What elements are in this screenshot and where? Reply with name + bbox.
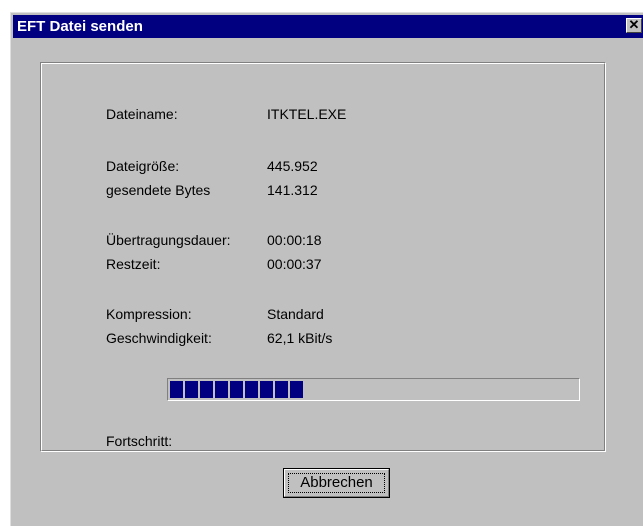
remaining-time-value: 00:00:37 — [267, 256, 322, 272]
progress-block — [290, 381, 303, 398]
progress-block — [275, 381, 288, 398]
close-icon[interactable]: ✕ — [626, 18, 642, 33]
filename-label: Dateiname: — [106, 106, 178, 122]
compression-label: Kompression: — [106, 306, 192, 322]
sent-bytes-value: 141.312 — [267, 182, 318, 198]
compression-value: Standard — [267, 306, 324, 322]
remaining-time-label: Restzeit: — [106, 256, 161, 272]
progress-block — [230, 381, 243, 398]
progress-block — [215, 381, 228, 398]
duration-label: Übertragungsdauer: — [106, 232, 231, 248]
speed-label: Geschwindigkeit: — [106, 330, 212, 346]
window-title: EFT Datei senden — [17, 18, 143, 35]
progress-block — [260, 381, 273, 398]
progress-bar — [167, 378, 580, 401]
progress-block — [245, 381, 258, 398]
duration-value: 00:00:18 — [267, 232, 322, 248]
progress-label: Fortschritt: — [106, 433, 173, 449]
title-bar[interactable]: EFT Datei senden ✕ — [13, 15, 643, 38]
speed-value: 62,1 kBit/s — [267, 330, 333, 346]
dialog-window: EFT Datei senden ✕ Dateiname: ITKTEL.EXE… — [10, 12, 643, 526]
progress-block — [200, 381, 213, 398]
progress-block — [185, 381, 198, 398]
cancel-button-label: Abbrechen — [288, 473, 385, 493]
cancel-button[interactable]: Abbrechen — [283, 468, 390, 498]
progress-fill — [170, 381, 303, 398]
filesize-label: Dateigröße: — [106, 158, 180, 174]
sent-bytes-label: gesendete Bytes — [106, 182, 211, 198]
filename-value: ITKTEL.EXE — [267, 106, 347, 122]
progress-block — [170, 381, 183, 398]
filesize-value: 445.952 — [267, 158, 318, 174]
